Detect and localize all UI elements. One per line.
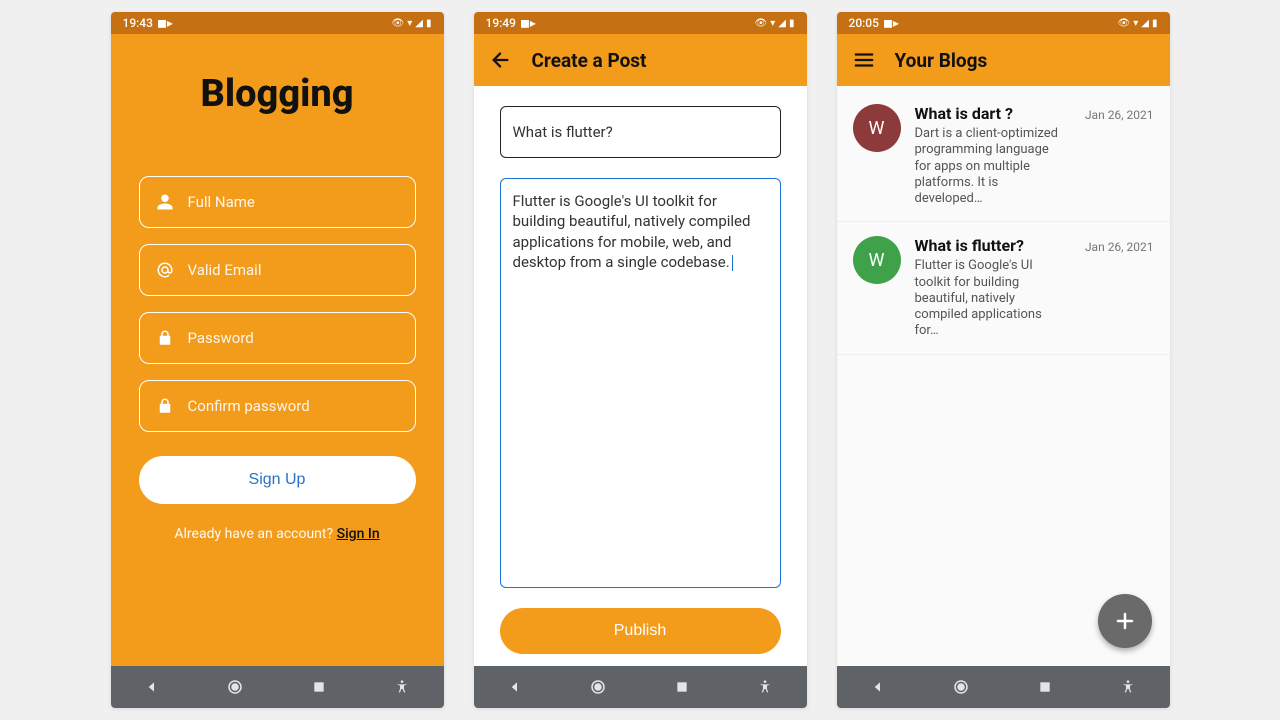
clock: 20:05 <box>849 16 879 30</box>
accessibility-nav-icon[interactable] <box>1119 678 1137 696</box>
status-bar: 19:49 ◼▸ 👁▾◢▮ <box>474 12 807 34</box>
accessibility-nav-icon[interactable] <box>756 678 774 696</box>
app-title: Blogging <box>200 72 353 116</box>
blog-title: What is dart ? <box>915 104 1065 123</box>
menu-icon[interactable] <box>853 49 875 71</box>
email-field[interactable]: Valid Email <box>139 244 416 296</box>
at-icon <box>156 261 174 279</box>
recent-nav-icon[interactable] <box>673 678 691 696</box>
fullname-placeholder: Full Name <box>188 193 255 211</box>
plus-icon <box>1113 609 1137 633</box>
back-nav-icon[interactable] <box>869 678 887 696</box>
post-body-input[interactable]: Flutter is Google's UI toolkit for build… <box>500 178 781 588</box>
confirm-placeholder: Confirm password <box>188 397 310 415</box>
blog-excerpt: Dart is a client-optimized programming l… <box>915 126 1065 207</box>
page-title: Your Blogs <box>895 49 988 72</box>
avatar: W <box>853 236 901 284</box>
lock-icon <box>156 329 174 347</box>
blog-excerpt: Flutter is Google's UI toolkit for build… <box>915 258 1065 339</box>
status-bar: 20:05 ◼▸ 👁▾◢▮ <box>837 12 1170 34</box>
screen-blog-list: 20:05 ◼▸ 👁▾◢▮ Your Blogs W What is dart … <box>837 12 1170 708</box>
status-icons: 👁▾◢▮ <box>392 18 432 29</box>
android-nav <box>837 666 1170 708</box>
blog-date: Jan 26, 2021 <box>1085 108 1154 122</box>
blog-title: What is flutter? <box>915 236 1065 255</box>
add-post-fab[interactable] <box>1098 594 1152 648</box>
notif-icon: ◼▸ <box>157 16 173 30</box>
app-bar: Create a Post <box>474 34 807 86</box>
person-icon <box>156 193 174 211</box>
back-nav-icon[interactable] <box>506 678 524 696</box>
blog-item[interactable]: W What is dart ? Dart is a client-optimi… <box>837 90 1170 222</box>
clock: 19:43 <box>123 16 153 30</box>
back-icon[interactable] <box>490 49 512 71</box>
text-cursor <box>732 255 734 271</box>
android-nav <box>474 666 807 708</box>
signin-row: Already have an account? Sign In <box>174 526 379 542</box>
recent-nav-icon[interactable] <box>310 678 328 696</box>
home-nav-icon[interactable] <box>952 678 970 696</box>
password-placeholder: Password <box>188 329 254 347</box>
signup-button[interactable]: Sign Up <box>139 456 416 504</box>
accessibility-nav-icon[interactable] <box>393 678 411 696</box>
confirm-password-field[interactable]: Confirm password <box>139 380 416 432</box>
status-icons: 👁▾◢▮ <box>1118 18 1158 29</box>
blog-item[interactable]: W What is flutter? Flutter is Google's U… <box>837 222 1170 354</box>
signin-link[interactable]: Sign In <box>337 526 380 542</box>
clock: 19:49 <box>486 16 516 30</box>
already-text: Already have an account? <box>174 526 336 542</box>
home-nav-icon[interactable] <box>589 678 607 696</box>
recent-nav-icon[interactable] <box>1036 678 1054 696</box>
password-field[interactable]: Password <box>139 312 416 364</box>
notif-icon: ◼▸ <box>520 16 536 30</box>
post-title-input[interactable]: What is flutter? <box>500 106 781 158</box>
android-nav <box>111 666 444 708</box>
status-icons: 👁▾◢▮ <box>755 18 795 29</box>
screen-signup: 19:43 ◼▸ 👁▾◢▮ Blogging Full Name Valid E… <box>111 12 444 708</box>
avatar: W <box>853 104 901 152</box>
screen-create-post: 19:49 ◼▸ 👁▾◢▮ Create a Post What is flut… <box>474 12 807 708</box>
back-nav-icon[interactable] <box>143 678 161 696</box>
notif-icon: ◼▸ <box>883 16 899 30</box>
email-placeholder: Valid Email <box>188 261 262 279</box>
blog-date: Jan 26, 2021 <box>1085 240 1154 254</box>
fullname-field[interactable]: Full Name <box>139 176 416 228</box>
app-bar: Your Blogs <box>837 34 1170 86</box>
home-nav-icon[interactable] <box>226 678 244 696</box>
post-body-value: Flutter is Google's UI toolkit for build… <box>513 192 751 271</box>
avatar-letter: W <box>869 250 885 271</box>
lock-icon <box>156 397 174 415</box>
avatar-letter: W <box>869 118 885 139</box>
page-title: Create a Post <box>532 49 647 72</box>
post-title-value: What is flutter? <box>513 123 613 141</box>
status-bar: 19:43 ◼▸ 👁▾◢▮ <box>111 12 444 34</box>
publish-button[interactable]: Publish <box>500 608 781 654</box>
